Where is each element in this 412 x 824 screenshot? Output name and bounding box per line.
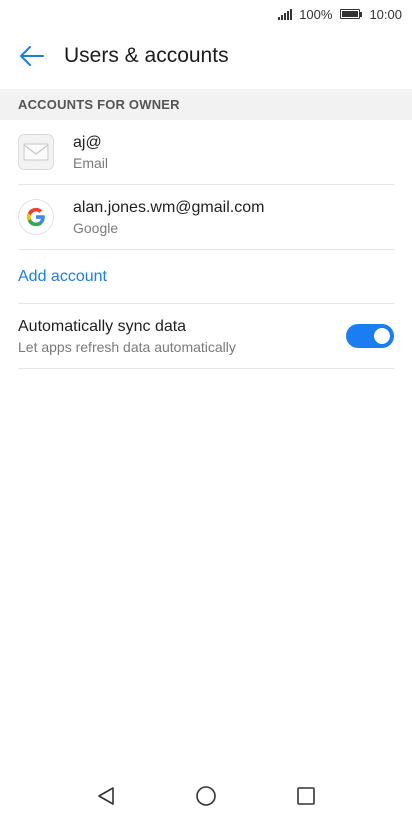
email-icon — [18, 134, 54, 170]
signal-icon — [278, 8, 293, 20]
status-bar: 100% 10:00 — [0, 0, 412, 28]
account-type: Email — [73, 154, 109, 171]
auto-sync-toggle[interactable] — [346, 324, 394, 348]
navigation-bar — [0, 768, 412, 824]
nav-home-button[interactable] — [191, 781, 221, 811]
account-name: aj@ — [73, 133, 102, 151]
account-name: alan.jones.wm@gmail.com — [73, 198, 265, 216]
back-arrow-icon — [20, 46, 44, 66]
nav-recents-button[interactable] — [291, 781, 321, 811]
recents-square-icon — [297, 787, 315, 805]
account-row-google[interactable]: alan.jones.wm@gmail.com Google — [18, 185, 394, 250]
sync-subtitle: Let apps refresh data automatically — [18, 338, 236, 355]
back-button[interactable] — [0, 28, 64, 84]
google-icon — [18, 199, 54, 235]
battery-percent: 100% — [299, 6, 333, 22]
toggle-knob — [374, 328, 390, 344]
page-title: Users & accounts — [64, 44, 229, 67]
home-circle-icon — [196, 786, 216, 806]
auto-sync-row[interactable]: Automatically sync data Let apps refresh… — [18, 304, 394, 369]
clock: 10:00 — [369, 6, 402, 22]
app-bar: Users & accounts — [0, 28, 412, 84]
back-triangle-icon — [98, 787, 114, 805]
account-row-email[interactable]: aj@ Email — [18, 120, 394, 185]
sync-title: Automatically sync data — [18, 317, 187, 335]
battery-icon — [340, 9, 363, 19]
add-account-button[interactable]: Add account — [18, 250, 394, 304]
section-header: ACCOUNTS FOR OWNER — [0, 89, 412, 120]
account-type: Google — [73, 219, 119, 236]
nav-back-button[interactable] — [91, 781, 121, 811]
